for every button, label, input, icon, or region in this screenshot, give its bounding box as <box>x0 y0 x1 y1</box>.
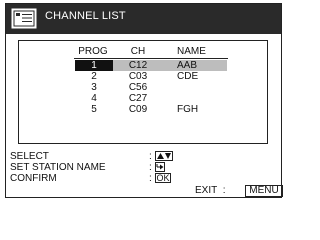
help-separator: : <box>149 173 152 184</box>
page-title: CHANNEL LIST <box>45 10 126 22</box>
table-row-ch[interactable]: C09 <box>115 105 161 115</box>
column-header-prog: PROG <box>78 46 108 57</box>
channel-list-screen: CHANNEL LIST PROG CH NAME 1 C12 AAB 2 C0… <box>5 3 283 198</box>
ok-key: OK <box>155 173 171 183</box>
menu-key[interactable]: MENU <box>245 185 283 197</box>
column-header-ch: CH <box>130 46 146 57</box>
help-confirm-label: CONFIRM <box>10 173 57 184</box>
table-row-name[interactable]: AAB <box>177 61 197 71</box>
help-separator: : <box>149 162 152 173</box>
table-row-ch[interactable]: C03 <box>115 72 161 82</box>
table-row-prog[interactable]: 1 <box>75 61 113 71</box>
enter-arrow-icon <box>155 162 165 172</box>
exit-label: EXIT : <box>195 186 226 196</box>
table-row-name[interactable]: FGH <box>177 105 198 115</box>
table-row-prog[interactable]: 3 <box>75 83 113 93</box>
table-row-name[interactable]: CDE <box>177 72 198 82</box>
exit-text: EXIT <box>195 185 218 196</box>
help-select-label: SELECT <box>10 151 49 162</box>
table-row-prog[interactable]: 2 <box>75 72 113 82</box>
title-bar: CHANNEL LIST <box>6 4 281 34</box>
channel-list-box: PROG CH NAME 1 C12 AAB 2 C03 CDE 3 C56 4… <box>18 40 268 144</box>
table-row-prog[interactable]: 4 <box>75 94 113 104</box>
menu-screen-icon <box>11 8 37 29</box>
help-set-station-name-label: SET STATION NAME <box>10 162 106 173</box>
table-row-ch[interactable]: C56 <box>115 83 161 93</box>
table-row-prog[interactable]: 5 <box>75 105 113 115</box>
table-row-ch[interactable]: C27 <box>115 94 161 104</box>
exit-separator: : <box>222 185 226 196</box>
header-divider <box>74 58 228 59</box>
table-row-ch[interactable]: C12 <box>115 61 161 71</box>
help-separator: : <box>149 151 152 162</box>
column-header-name: NAME <box>177 46 206 57</box>
up-down-arrows-icon <box>155 151 173 161</box>
